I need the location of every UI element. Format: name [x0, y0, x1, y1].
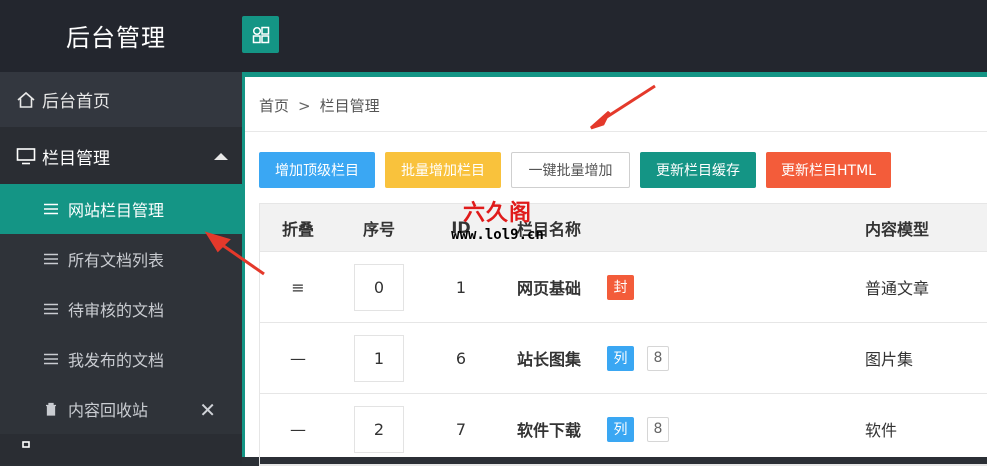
- watermark-url: www.lol9.cn: [451, 227, 544, 243]
- breadcrumb-separator: >: [298, 97, 311, 115]
- seq-cell: 1: [336, 323, 422, 393]
- fold-toggle[interactable]: ≡: [260, 252, 336, 322]
- table-row: — 2 7 软件下载 列 8 软件: [260, 394, 987, 465]
- type-badge: 列: [607, 416, 635, 442]
- sidebar-item-site-columns[interactable]: 网站栏目管理: [0, 184, 242, 234]
- id-cell: 1: [455, 277, 467, 297]
- sidebar-item-label: 网站栏目管理: [68, 201, 165, 220]
- model-cell: 普通文章: [865, 279, 930, 298]
- menu-icon: [44, 203, 58, 215]
- watermark: 六久阁 www.lol9.cn: [440, 201, 555, 243]
- grid-icon: [252, 26, 269, 43]
- breadcrumb: 首页 > 栏目管理: [259, 95, 380, 116]
- table-row: — 1 6 站长图集 列 8 图片集: [260, 323, 987, 394]
- name-cell: 站长图集 列 8: [517, 323, 817, 393]
- watermark-text: 六久阁: [462, 201, 532, 226]
- sidebar-group-column[interactable]: 栏目管理: [0, 128, 242, 184]
- sidebar-item-home[interactable]: 后台首页: [0, 72, 242, 128]
- type-badge: 列: [607, 345, 635, 371]
- header-seq: 序号: [362, 219, 395, 239]
- main-content: 首页 > 栏目管理 增加顶级栏目 批量增加栏目 一键批量增加 更新栏目缓存 更新栏目…: [242, 72, 987, 466]
- column-name-link[interactable]: 站长图集: [517, 346, 581, 370]
- menu-icon: [44, 353, 58, 365]
- trash-icon: [46, 402, 56, 416]
- header-model: 内容模型: [865, 219, 930, 239]
- sidebar-item-label: 待审核的文档: [68, 301, 165, 320]
- sidebar-item-recycle-bin[interactable]: 内容回收站 ✕: [0, 384, 242, 434]
- sidebar-item-partial[interactable]: [0, 434, 242, 464]
- sidebar-item-all-docs[interactable]: 所有文档列表: [0, 234, 242, 284]
- header-name: 栏目名称: [517, 219, 582, 239]
- model-cell: 图片集: [865, 350, 914, 369]
- sidebar: 后台首页 栏目管理 网站栏目管理 所有文档列表 待审核的文档 我发布的文档 内容…: [0, 72, 242, 464]
- column-name-link[interactable]: 网页基础: [517, 275, 581, 299]
- sidebar-item-pending-docs[interactable]: 待审核的文档: [0, 284, 242, 334]
- close-icon[interactable]: ✕: [199, 398, 216, 422]
- sidebar-item-label: 所有文档列表: [68, 251, 165, 270]
- top-bar: 后台管理: [0, 0, 987, 72]
- column-table: 折叠 序号 ID 栏目名称 内容模型 ≡ 0 1 网页基础 封 普通文章 — 1…: [259, 203, 987, 466]
- sitemap-icon: [22, 441, 30, 448]
- fold-toggle[interactable]: —: [260, 323, 336, 393]
- sidebar-item-label: 内容回收站: [68, 401, 149, 420]
- type-badge: 封: [607, 274, 635, 300]
- seq-input[interactable]: 0: [354, 263, 404, 311]
- menu-icon: [44, 303, 58, 315]
- update-column-cache-button[interactable]: 更新栏目缓存: [640, 152, 756, 188]
- app-title: 后台管理: [66, 24, 166, 52]
- header-fold: 折叠: [281, 219, 314, 239]
- breadcrumb-home[interactable]: 首页: [259, 97, 289, 115]
- one-click-batch-add-button[interactable]: 一键批量增加: [511, 152, 630, 188]
- caret-up-icon: [214, 153, 228, 160]
- monitor-icon: [16, 148, 36, 165]
- table-row: ≡ 0 1 网页基础 封 普通文章: [260, 252, 987, 323]
- count-badge: 8: [647, 416, 670, 442]
- update-column-html-button[interactable]: 更新栏目HTML: [766, 152, 891, 188]
- breadcrumb-current: 栏目管理: [319, 97, 380, 115]
- id-cell: 6: [455, 348, 467, 368]
- name-cell: 软件下载 列 8: [517, 394, 817, 464]
- column-name-link[interactable]: 软件下载: [517, 417, 581, 441]
- name-cell: 网页基础 封: [517, 252, 817, 322]
- seq-cell: 0: [336, 252, 422, 322]
- home-icon: [17, 91, 35, 108]
- seq-cell: 2: [336, 394, 422, 464]
- sidebar-toggle-button[interactable]: [242, 16, 279, 53]
- divider: [245, 131, 987, 132]
- sidebar-item-label: 后台首页: [42, 92, 110, 112]
- batch-add-column-button[interactable]: 批量增加栏目: [385, 152, 501, 188]
- sidebar-item-label: 我发布的文档: [68, 351, 165, 370]
- fold-toggle[interactable]: —: [260, 394, 336, 464]
- model-cell: 软件: [865, 421, 898, 440]
- sidebar-group-label: 栏目管理: [42, 148, 110, 169]
- seq-input[interactable]: 2: [354, 405, 404, 453]
- count-badge: 8: [647, 345, 670, 371]
- menu-icon: [44, 253, 58, 265]
- sidebar-item-my-docs[interactable]: 我发布的文档: [0, 334, 242, 384]
- table-header: 折叠 序号 ID 栏目名称 内容模型: [260, 204, 987, 252]
- add-top-column-button[interactable]: 增加顶级栏目: [259, 152, 375, 188]
- seq-input[interactable]: 1: [354, 334, 404, 382]
- id-cell: 7: [455, 419, 467, 439]
